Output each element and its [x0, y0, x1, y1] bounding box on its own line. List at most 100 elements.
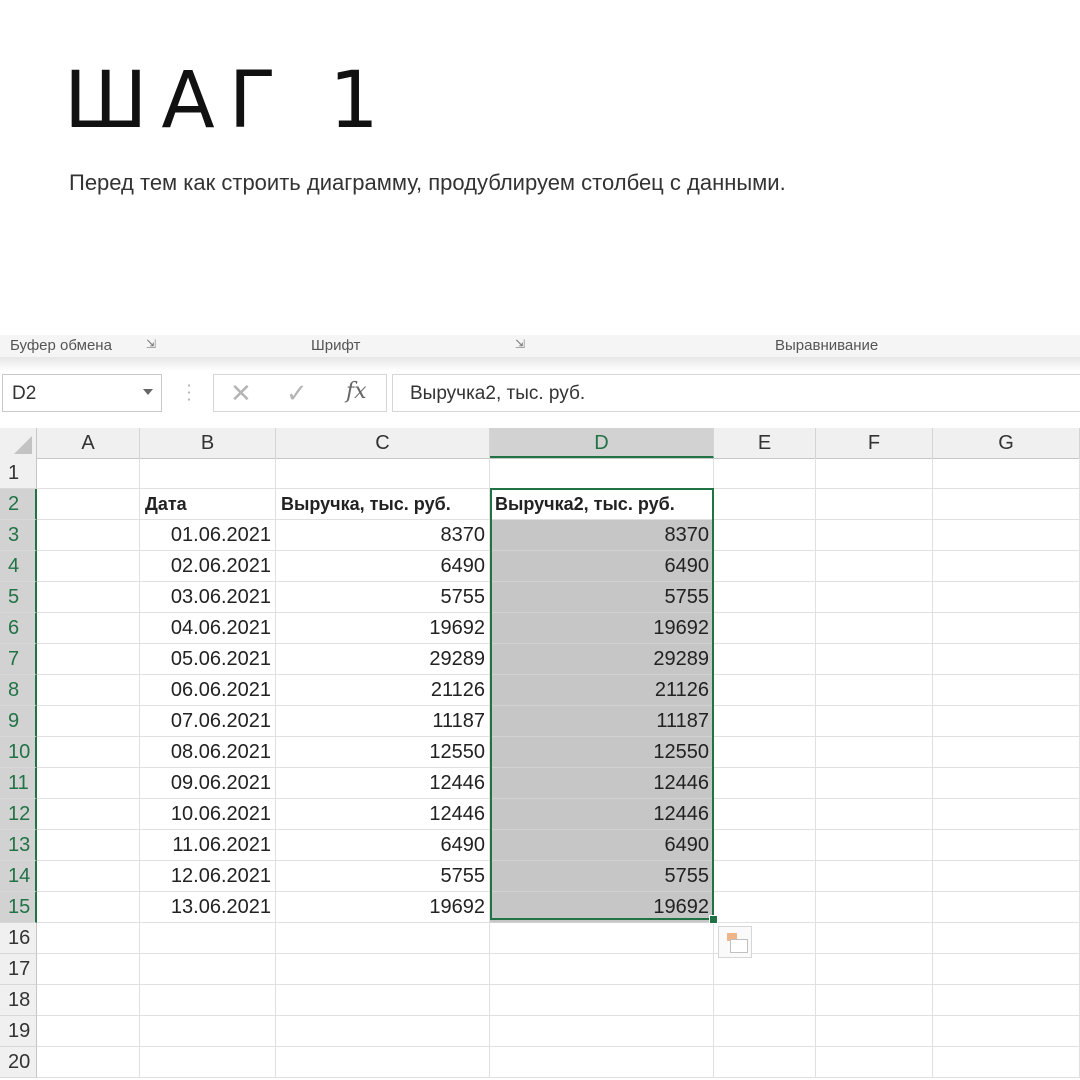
- cell-d19[interactable]: [490, 1016, 714, 1047]
- cell-e5[interactable]: [714, 582, 816, 613]
- row-header[interactable]: 15: [0, 892, 37, 923]
- cell-f16[interactable]: [816, 923, 933, 954]
- cell-b16[interactable]: [140, 923, 276, 954]
- cell-d7[interactable]: 29289: [490, 644, 714, 675]
- drag-handle-icon[interactable]: · · ·: [182, 378, 196, 408]
- cell-c16[interactable]: [276, 923, 490, 954]
- cell-c4[interactable]: 6490: [276, 551, 490, 582]
- row-header[interactable]: 10: [0, 737, 37, 768]
- cell-a11[interactable]: [37, 768, 140, 799]
- cell-c8[interactable]: 21126: [276, 675, 490, 706]
- cell-b19[interactable]: [140, 1016, 276, 1047]
- cell-c12[interactable]: 12446: [276, 799, 490, 830]
- cancel-icon[interactable]: ✕: [230, 379, 252, 409]
- cell-c5[interactable]: 5755: [276, 582, 490, 613]
- cell-g15[interactable]: [933, 892, 1080, 923]
- row-header[interactable]: 8: [0, 675, 37, 706]
- cell-g4[interactable]: [933, 551, 1080, 582]
- cell-b4[interactable]: 02.06.2021: [140, 551, 276, 582]
- cell-a12[interactable]: [37, 799, 140, 830]
- cell-e8[interactable]: [714, 675, 816, 706]
- cell-g8[interactable]: [933, 675, 1080, 706]
- row-header[interactable]: 7: [0, 644, 37, 675]
- cell-b14[interactable]: 12.06.2021: [140, 861, 276, 892]
- cell-b1[interactable]: [140, 458, 276, 489]
- cell-a20[interactable]: [37, 1047, 140, 1078]
- cell-f15[interactable]: [816, 892, 933, 923]
- column-header-g[interactable]: G: [933, 428, 1080, 458]
- cell-d3[interactable]: 8370: [490, 520, 714, 551]
- cell-c2[interactable]: Выручка, тыс. руб.: [276, 489, 490, 520]
- cell-b17[interactable]: [140, 954, 276, 985]
- cell-g10[interactable]: [933, 737, 1080, 768]
- cell-d4[interactable]: 6490: [490, 551, 714, 582]
- cell-b9[interactable]: 07.06.2021: [140, 706, 276, 737]
- cell-d14[interactable]: 5755: [490, 861, 714, 892]
- cell-f20[interactable]: [816, 1047, 933, 1078]
- cell-b7[interactable]: 05.06.2021: [140, 644, 276, 675]
- cell-f2[interactable]: [816, 489, 933, 520]
- cell-d11[interactable]: 12446: [490, 768, 714, 799]
- cell-d10[interactable]: 12550: [490, 737, 714, 768]
- cell-a7[interactable]: [37, 644, 140, 675]
- cell-g18[interactable]: [933, 985, 1080, 1016]
- cell-e1[interactable]: [714, 458, 816, 489]
- cell-b3[interactable]: 01.06.2021: [140, 520, 276, 551]
- row-header[interactable]: 19: [0, 1016, 37, 1047]
- cell-g2[interactable]: [933, 489, 1080, 520]
- clipboard-launcher-icon[interactable]: ⇲: [146, 337, 156, 351]
- row-header[interactable]: 11: [0, 768, 37, 799]
- cell-a8[interactable]: [37, 675, 140, 706]
- cell-f3[interactable]: [816, 520, 933, 551]
- cell-c11[interactable]: 12446: [276, 768, 490, 799]
- cell-a13[interactable]: [37, 830, 140, 861]
- cell-e9[interactable]: [714, 706, 816, 737]
- cell-b20[interactable]: [140, 1047, 276, 1078]
- cell-f17[interactable]: [816, 954, 933, 985]
- cell-b15[interactable]: 13.06.2021: [140, 892, 276, 923]
- cell-a17[interactable]: [37, 954, 140, 985]
- row-header[interactable]: 6: [0, 613, 37, 644]
- cell-g17[interactable]: [933, 954, 1080, 985]
- cell-f19[interactable]: [816, 1016, 933, 1047]
- cell-d20[interactable]: [490, 1047, 714, 1078]
- cell-a9[interactable]: [37, 706, 140, 737]
- cell-b13[interactable]: 11.06.2021: [140, 830, 276, 861]
- cell-b18[interactable]: [140, 985, 276, 1016]
- chevron-down-icon[interactable]: [143, 389, 153, 395]
- cell-a15[interactable]: [37, 892, 140, 923]
- cell-b5[interactable]: 03.06.2021: [140, 582, 276, 613]
- font-launcher-icon[interactable]: ⇲: [515, 337, 525, 351]
- cell-e11[interactable]: [714, 768, 816, 799]
- cell-c20[interactable]: [276, 1047, 490, 1078]
- cell-c1[interactable]: [276, 458, 490, 489]
- cell-g19[interactable]: [933, 1016, 1080, 1047]
- column-header-a[interactable]: A: [37, 428, 140, 458]
- column-header-e[interactable]: E: [714, 428, 816, 458]
- cell-e15[interactable]: [714, 892, 816, 923]
- cell-a10[interactable]: [37, 737, 140, 768]
- cell-c7[interactable]: 29289: [276, 644, 490, 675]
- cell-g16[interactable]: [933, 923, 1080, 954]
- enter-icon[interactable]: ✓: [286, 379, 308, 409]
- cell-f5[interactable]: [816, 582, 933, 613]
- cell-f13[interactable]: [816, 830, 933, 861]
- cell-f9[interactable]: [816, 706, 933, 737]
- cell-d5[interactable]: 5755: [490, 582, 714, 613]
- select-all-button[interactable]: [0, 428, 37, 458]
- row-header[interactable]: 4: [0, 551, 37, 582]
- cell-g3[interactable]: [933, 520, 1080, 551]
- cell-f7[interactable]: [816, 644, 933, 675]
- cell-g1[interactable]: [933, 458, 1080, 489]
- row-header[interactable]: 14: [0, 861, 37, 892]
- cell-d1[interactable]: [490, 458, 714, 489]
- cell-d12[interactable]: 12446: [490, 799, 714, 830]
- cell-c17[interactable]: [276, 954, 490, 985]
- cell-e3[interactable]: [714, 520, 816, 551]
- cell-e10[interactable]: [714, 737, 816, 768]
- cell-d2[interactable]: Выручка2, тыс. руб.: [490, 489, 714, 520]
- cell-f14[interactable]: [816, 861, 933, 892]
- cell-e20[interactable]: [714, 1047, 816, 1078]
- cell-e13[interactable]: [714, 830, 816, 861]
- cell-b10[interactable]: 08.06.2021: [140, 737, 276, 768]
